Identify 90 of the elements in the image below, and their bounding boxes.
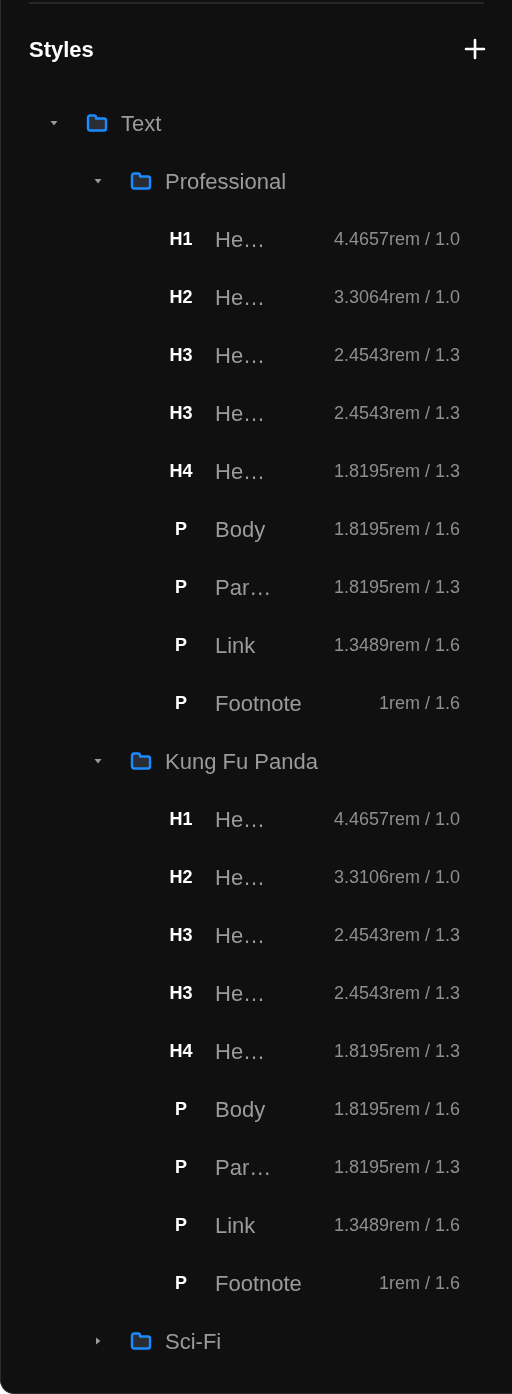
style-row[interactable]: H3 He… 2.4543rem / 1.3 xyxy=(1,964,512,1022)
style-size: 2.4543rem / 1.3 xyxy=(333,981,460,1005)
style-name: Link xyxy=(215,1211,256,1240)
style-name: Body xyxy=(215,1095,266,1124)
style-size: 2.4543rem / 1.3 xyxy=(333,923,460,947)
style-tag: H1 xyxy=(161,805,201,833)
style-row[interactable]: P Par… 1.8195rem / 1.3 xyxy=(1,1138,512,1196)
style-tag: H3 xyxy=(161,341,201,369)
style-name: He… xyxy=(215,921,266,950)
style-name: He… xyxy=(215,283,266,312)
style-tag: P xyxy=(161,631,201,659)
style-tag: H2 xyxy=(161,283,201,311)
style-size: 1rem / 1.6 xyxy=(378,691,460,715)
add-icon[interactable] xyxy=(464,38,486,60)
panel-title: Styles xyxy=(29,35,94,64)
style-size: 4.4657rem / 1.0 xyxy=(333,227,460,251)
caret-right-icon[interactable] xyxy=(93,1336,103,1346)
style-row[interactable]: P Body 1.8195rem / 1.6 xyxy=(1,1080,512,1138)
style-tag: P xyxy=(161,515,201,543)
style-row[interactable]: P Link 1.3489rem / 1.6 xyxy=(1,616,512,674)
folder-row[interactable]: Professional xyxy=(1,152,512,210)
style-tag: H4 xyxy=(161,457,201,485)
folder-icon xyxy=(130,751,152,771)
style-tag: P xyxy=(161,573,201,601)
caret-down-icon[interactable] xyxy=(49,118,59,128)
style-size: 1.8195rem / 1.3 xyxy=(333,1039,460,1063)
style-name: Link xyxy=(215,631,256,660)
folder-row[interactable]: Sci-Fi xyxy=(1,1312,512,1370)
style-tag: P xyxy=(161,689,201,717)
style-row[interactable]: H3 He… 2.4543rem / 1.3 xyxy=(1,326,512,384)
style-name: He… xyxy=(215,1037,266,1066)
style-tag: H3 xyxy=(161,979,201,1007)
style-row[interactable]: P Link 1.3489rem / 1.6 xyxy=(1,1196,512,1254)
folder-label: Professional xyxy=(165,167,287,196)
style-name: Par… xyxy=(215,1153,272,1182)
style-row[interactable]: H1 He… 4.4657rem / 1.0 xyxy=(1,790,512,848)
style-size: 4.4657rem / 1.0 xyxy=(333,807,460,831)
style-size: 3.3106rem / 1.0 xyxy=(333,865,460,889)
folder-icon xyxy=(130,171,152,191)
style-name: Body xyxy=(215,515,266,544)
folder-row[interactable]: Kung Fu Panda xyxy=(1,732,512,790)
style-row[interactable]: H2 He… 3.3064rem / 1.0 xyxy=(1,268,512,326)
style-name: Footnote xyxy=(215,1269,302,1298)
folder-label: Kung Fu Panda xyxy=(165,747,318,776)
style-size: 1.8195rem / 1.6 xyxy=(333,1097,460,1121)
style-size: 1.3489rem / 1.6 xyxy=(333,633,460,657)
style-tag: H2 xyxy=(161,863,201,891)
caret-down-icon[interactable] xyxy=(93,176,103,186)
style-row[interactable]: H1 He… 4.4657rem / 1.0 xyxy=(1,210,512,268)
style-row[interactable]: H4 He… 1.8195rem / 1.3 xyxy=(1,1022,512,1080)
style-name: He… xyxy=(215,399,266,428)
style-name: He… xyxy=(215,979,266,1008)
style-tag: H3 xyxy=(161,399,201,427)
style-size: 1.8195rem / 1.6 xyxy=(333,517,460,541)
style-size: 1.3489rem / 1.6 xyxy=(333,1213,460,1237)
folder-icon xyxy=(86,113,108,133)
style-name: Par… xyxy=(215,573,272,602)
style-row[interactable]: P Par… 1.8195rem / 1.3 xyxy=(1,558,512,616)
caret-down-icon[interactable] xyxy=(93,756,103,766)
style-row[interactable]: H2 He… 3.3106rem / 1.0 xyxy=(1,848,512,906)
style-row[interactable]: P Body 1.8195rem / 1.6 xyxy=(1,500,512,558)
style-row[interactable]: P Footnote 1rem / 1.6 xyxy=(1,1254,512,1312)
style-size: 3.3064rem / 1.0 xyxy=(333,285,460,309)
style-tag: H4 xyxy=(161,1037,201,1065)
style-tag: P xyxy=(161,1095,201,1123)
style-size: 1.8195rem / 1.3 xyxy=(333,459,460,483)
style-tag: H1 xyxy=(161,225,201,253)
folder-label: Text xyxy=(121,109,162,138)
style-tag: P xyxy=(161,1153,201,1181)
style-row[interactable]: H3 He… 2.4543rem / 1.3 xyxy=(1,384,512,442)
style-tag: H3 xyxy=(161,921,201,949)
style-name: Footnote xyxy=(215,689,302,718)
style-size: 1.8195rem / 1.3 xyxy=(333,575,460,599)
style-name: He… xyxy=(215,863,266,892)
style-name: He… xyxy=(215,225,266,254)
style-row[interactable]: P Footnote 1rem / 1.6 xyxy=(1,674,512,732)
style-tag: P xyxy=(161,1211,201,1239)
style-tag: P xyxy=(161,1269,201,1297)
style-size: 1rem / 1.6 xyxy=(378,1271,460,1295)
folder-icon xyxy=(130,1331,152,1351)
folder-label: Sci-Fi xyxy=(165,1327,222,1356)
folder-row[interactable]: Text xyxy=(1,94,512,152)
style-row[interactable]: H4 He… 1.8195rem / 1.3 xyxy=(1,442,512,500)
style-name: He… xyxy=(215,805,266,834)
style-size: 2.4543rem / 1.3 xyxy=(333,343,460,367)
style-name: He… xyxy=(215,341,266,370)
style-size: 2.4543rem / 1.3 xyxy=(333,401,460,425)
style-name: He… xyxy=(215,457,266,486)
style-row[interactable]: H3 He… 2.4543rem / 1.3 xyxy=(1,906,512,964)
style-size: 1.8195rem / 1.3 xyxy=(333,1155,460,1179)
